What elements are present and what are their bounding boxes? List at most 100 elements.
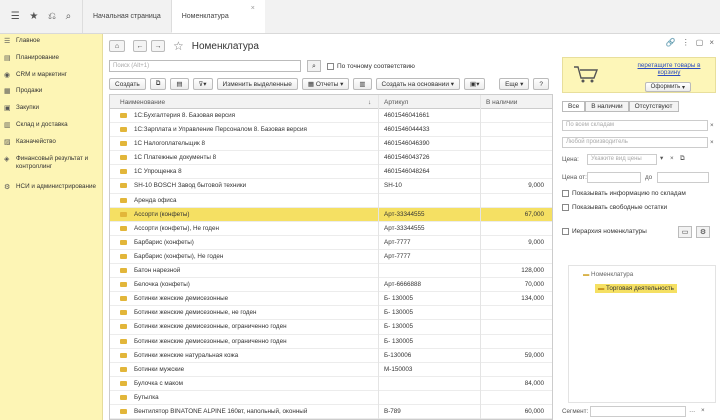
- show-free-stock-checkbox[interactable]: Показывать свободные остатки: [562, 204, 667, 211]
- sidebar-item-5[interactable]: ▣ Закупки: [0, 104, 102, 112]
- table-row[interactable]: 1С Упрощенка 8 4601546048264: [110, 165, 552, 180]
- search-input[interactable]: Поиск (Alt+1): [109, 60, 301, 72]
- search-icon[interactable]: ⌕: [66, 11, 72, 22]
- column-header-article[interactable]: Артикул: [384, 99, 408, 106]
- copy-icon[interactable]: ⧉: [680, 155, 685, 163]
- more-button[interactable]: Еще ▾: [499, 78, 530, 90]
- table-row[interactable]: Ботинки женские демисезонные Б- 130005 134…: [110, 292, 552, 307]
- cell-name: Барбарис (конфеты), Не годен: [134, 252, 224, 260]
- table-row[interactable]: Ботинки женские демисезонные, ограниченн…: [110, 335, 552, 349]
- sidebar-item-label: Продажи: [16, 87, 43, 94]
- tree-item-trade[interactable]: ▬ Торговая деятельность: [595, 284, 677, 293]
- close-tab-icon[interactable]: ×: [251, 5, 255, 12]
- table-row[interactable]: Булочка с маком 84,000: [110, 377, 552, 391]
- clear-icon[interactable]: ×: [710, 139, 714, 146]
- table-row[interactable]: Бутылка: [110, 391, 552, 405]
- table-row[interactable]: Аренда офиса: [110, 194, 552, 208]
- table-row[interactable]: Батон нарезной 128,000: [110, 264, 552, 279]
- print-button[interactable]: ▥: [353, 78, 372, 90]
- table-row[interactable]: Ботинки женские натуральная кожа Б-130006…: [110, 349, 552, 363]
- reports-button[interactable]: ▦ Отчеты ▾: [301, 78, 350, 90]
- sidebar-item-8[interactable]: ◈ Финансовый результат и контроллинг: [0, 155, 102, 171]
- segment-in-stock[interactable]: В наличии: [585, 101, 629, 112]
- change-selected-button[interactable]: Изменить выделенные: [216, 78, 298, 90]
- maximize-icon[interactable]: ▢: [696, 38, 704, 47]
- sidebar-item-7[interactable]: ▨ Казначейство: [0, 138, 102, 146]
- column-header-stock[interactable]: В наличии: [486, 99, 517, 106]
- price-from-input[interactable]: [587, 172, 641, 183]
- table-row[interactable]: Ботинки мужские М-150003: [110, 363, 552, 377]
- table-row[interactable]: Барбарис (конфеты), Не годен Арт-7777: [110, 250, 552, 265]
- sidebar-item-icon: ▦: [4, 88, 11, 95]
- create-based-button[interactable]: Создать на основании ▾: [375, 78, 461, 90]
- segment-field[interactable]: [590, 406, 686, 417]
- cell-name: Ботинки женские демисезонные: [134, 295, 229, 303]
- checkbox-box[interactable]: [562, 190, 569, 197]
- warehouse-field[interactable]: По всем складам: [562, 120, 708, 131]
- search-button[interactable]: ⌕: [307, 60, 321, 72]
- select-icon[interactable]: …: [689, 407, 695, 414]
- clear-icon[interactable]: ×: [670, 155, 674, 162]
- segment-missing[interactable]: Отсутствуют: [628, 101, 679, 112]
- checkbox-box[interactable]: [562, 204, 569, 211]
- table-row[interactable]: Ботинки женские демисезонные, не годен Б-…: [110, 306, 552, 321]
- table-row[interactable]: Ботинки женские демисезонные, ограниченн…: [110, 320, 552, 335]
- item-icon: [120, 127, 127, 133]
- forward-button[interactable]: →: [151, 40, 165, 52]
- copy-button[interactable]: ⧉: [149, 78, 167, 90]
- table-row[interactable]: 1С:Бухгалтерия 8. Базовая версия 46015460…: [110, 109, 552, 124]
- table-row[interactable]: Ассорти (конфеты), Не годен Арт-33344555: [110, 222, 552, 236]
- table-row[interactable]: Вентилятор BINATONE ALPINE 160вт, наполь…: [110, 405, 552, 419]
- menu-icon[interactable]: ☰: [11, 11, 20, 22]
- cell-stock: 134,000: [521, 295, 544, 303]
- clear-icon[interactable]: ×: [701, 407, 705, 414]
- clear-icon[interactable]: ×: [710, 122, 714, 129]
- price-to-input[interactable]: [657, 172, 709, 183]
- home-button[interactable]: ⌂: [109, 40, 125, 52]
- sidebar-item-6[interactable]: ▥ Склад и доставка: [0, 121, 102, 129]
- favorites-star-icon[interactable]: ★: [29, 11, 38, 22]
- history-icon[interactable]: ⎌: [48, 11, 56, 22]
- tree-root[interactable]: ▬ Номенклатура: [583, 271, 633, 278]
- help-button[interactable]: ?: [533, 78, 549, 90]
- sidebar-item-2[interactable]: ▤ Планирование: [0, 54, 102, 62]
- table-row[interactable]: 1С Налогоплательщик 8 4601546046390: [110, 137, 552, 152]
- show-warehouse-info-checkbox[interactable]: Показывать информацию по складам: [562, 190, 686, 197]
- sidebar-item-3[interactable]: ◉ CRM и маркетинг: [0, 71, 102, 79]
- tab-nomenclature[interactable]: Номенклатура ×: [170, 0, 265, 33]
- drag-to-cart-link[interactable]: перетащите товары в корзину: [629, 62, 709, 76]
- more-icon[interactable]: ⋮: [682, 38, 690, 47]
- table-row[interactable]: Барбарис (конфеты) Арт-7777 9,000: [110, 236, 552, 250]
- tab-home[interactable]: Начальная страница: [82, 0, 171, 33]
- link-icon[interactable]: 🔗: [666, 38, 676, 47]
- sidebar-item-1[interactable]: ☰ Главное: [0, 37, 102, 45]
- table-row[interactable]: 1С Платежные документы 8 4601546043726: [110, 151, 552, 166]
- create-button[interactable]: Создать: [109, 78, 146, 90]
- settings-button[interactable]: ⚙: [696, 226, 710, 238]
- folder-button[interactable]: ▭: [678, 226, 692, 238]
- checkbox-box[interactable]: [562, 228, 569, 235]
- table-row[interactable]: Белочка (конфеты) Арт-6666888 70,000: [110, 278, 552, 293]
- cell-article: SH-10: [384, 182, 402, 190]
- column-header-name[interactable]: Наименование: [120, 99, 165, 106]
- segment-all[interactable]: Все: [562, 101, 586, 112]
- favorite-star-icon[interactable]: ☆: [173, 39, 184, 53]
- exact-match-checkbox[interactable]: По точному соответствию: [327, 62, 415, 70]
- back-button[interactable]: ←: [133, 40, 147, 52]
- attachments-button[interactable]: ▣▾: [464, 78, 486, 90]
- hierarchy-checkbox[interactable]: Иерархия номенклатуры: [562, 228, 647, 235]
- table-row[interactable]: SH-10 BOSCH Завод бытовой техники SH-10 9,…: [110, 179, 552, 194]
- manufacturer-field[interactable]: Любой производитель: [562, 137, 708, 148]
- sidebar-item-4[interactable]: ▦ Продажи: [0, 87, 102, 95]
- price-type-field[interactable]: Укажите вид цены: [587, 154, 657, 165]
- sidebar-item-9[interactable]: ⚙ НСИ и администрирование: [0, 183, 102, 191]
- table-row[interactable]: Ассорти (конфеты) Арт-33344555 67,000: [110, 207, 552, 222]
- checkbox-box[interactable]: [327, 62, 334, 70]
- oform-button[interactable]: Оформить ▾: [644, 82, 691, 92]
- item-icon: [120, 310, 127, 316]
- close-icon[interactable]: ×: [709, 38, 714, 47]
- filter-button[interactable]: ⊽▾: [192, 78, 213, 90]
- table-row[interactable]: 1С:Зарплата и Управление Персоналом 8. Б…: [110, 123, 552, 138]
- chevron-down-icon[interactable]: ▾: [660, 155, 663, 162]
- list-settings-button[interactable]: ▤: [170, 78, 189, 90]
